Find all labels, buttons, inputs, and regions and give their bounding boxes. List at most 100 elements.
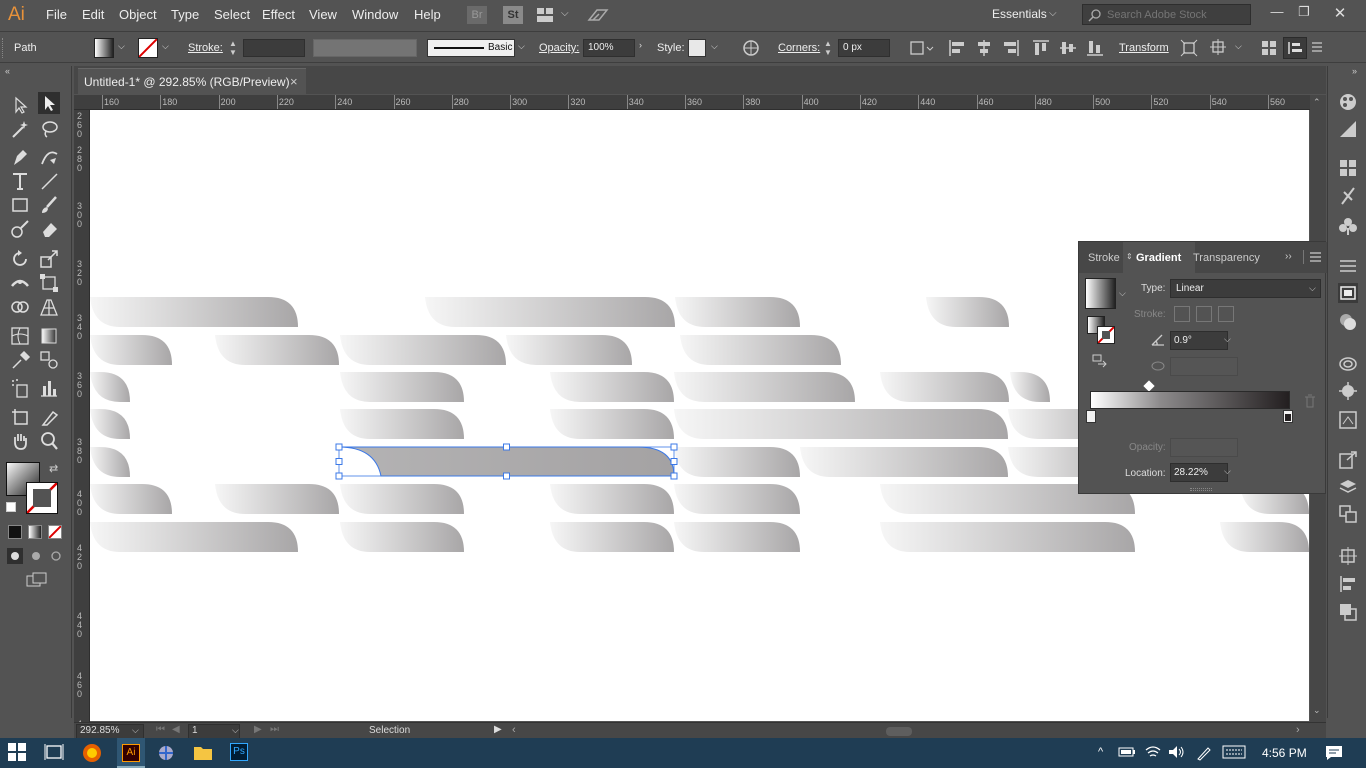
- tab-stroke[interactable]: Stroke: [1088, 252, 1120, 264]
- chevron-down-icon[interactable]: ⌵: [1049, 8, 1057, 19]
- menu-select[interactable]: Select: [214, 7, 250, 22]
- gradient-tile-shape[interactable]: [340, 409, 464, 439]
- stroke-color-box[interactable]: [26, 482, 58, 514]
- next-artboard-button[interactable]: ▶: [254, 724, 262, 735]
- fill-swatch[interactable]: [94, 38, 114, 58]
- bounding-box-handle[interactable]: [335, 458, 343, 465]
- tab-gradient[interactable]: Gradient: [1136, 252, 1181, 264]
- gradient-tile-shape[interactable]: [90, 335, 172, 365]
- horizontal-scroll-thumb[interactable]: [886, 727, 912, 736]
- reverse-gradient-icon[interactable]: [1092, 354, 1108, 370]
- color-guide-icon[interactable]: [1338, 119, 1358, 139]
- gradient-tile-shape[interactable]: [90, 409, 130, 439]
- tab-transparency[interactable]: Transparency: [1193, 252, 1260, 264]
- pen-tool-icon[interactable]: [9, 146, 31, 168]
- corners-label[interactable]: Corners:: [778, 42, 820, 54]
- shape-builder-tool-icon[interactable]: [9, 296, 31, 318]
- layers-panel-icon[interactable]: [1338, 477, 1358, 497]
- paintbrush-tool-icon[interactable]: [38, 194, 60, 216]
- volume-icon[interactable]: [1168, 745, 1188, 765]
- magic-wand-tool-icon[interactable]: [9, 118, 31, 140]
- gradient-tile-shape[interactable]: [674, 372, 855, 402]
- gradient-tile-shape[interactable]: [340, 522, 464, 552]
- stock-button[interactable]: St: [503, 6, 523, 24]
- selected-shape[interactable]: [338, 446, 675, 477]
- gradient-tile-shape[interactable]: [425, 297, 675, 327]
- chevron-down-icon[interactable]: ⌵: [118, 41, 128, 51]
- last-artboard-button[interactable]: ⏭: [270, 724, 279, 735]
- blend-tool-icon[interactable]: [38, 349, 60, 371]
- slice-tool-icon[interactable]: [38, 406, 60, 428]
- gradient-tile-shape[interactable]: [1220, 522, 1309, 552]
- direct-selection-tool-icon[interactable]: [38, 92, 60, 114]
- type-tool-icon[interactable]: [9, 170, 31, 192]
- selected-path[interactable]: [335, 443, 678, 480]
- chevron-down-icon[interactable]: ⌵: [711, 41, 721, 51]
- lasso-tool-icon[interactable]: [38, 118, 60, 140]
- image-trace-icon[interactable]: [1338, 410, 1358, 430]
- gradient-midpoint-slider[interactable]: [1143, 380, 1155, 392]
- brushes-panel-icon[interactable]: [1338, 186, 1358, 206]
- illustrator-taskbar-item[interactable]: Ai: [117, 738, 145, 768]
- location-field[interactable]: 28.22%: [1170, 463, 1228, 482]
- gradient-type-dropdown[interactable]: Linear: [1170, 279, 1321, 298]
- gradient-tile-shape[interactable]: [90, 484, 172, 514]
- gradient-panel-icon[interactable]: [1338, 283, 1358, 303]
- width-tool-icon[interactable]: [9, 272, 31, 294]
- chevron-down-icon[interactable]: ⌵: [1119, 288, 1126, 299]
- firefox-icon[interactable]: [82, 743, 102, 763]
- control-menu-icon[interactable]: [1311, 40, 1323, 54]
- corners-field[interactable]: 0 px: [838, 39, 890, 57]
- bounding-box-handle[interactable]: [503, 472, 510, 480]
- stroke-none-swatch[interactable]: [1097, 326, 1115, 344]
- expand-panels-icon[interactable]: »: [1352, 66, 1357, 76]
- gradient-tile-shape[interactable]: [90, 372, 130, 402]
- gradient-tile-shape[interactable]: [674, 484, 800, 514]
- file-explorer-icon[interactable]: [193, 743, 213, 763]
- draw-behind-icon[interactable]: [28, 548, 44, 564]
- angle-field[interactable]: 0.9°: [1170, 331, 1228, 350]
- bounding-box-handle[interactable]: [670, 443, 678, 451]
- document-tab[interactable]: Untitled-1* @ 292.85% (RGB/Preview) ×: [78, 68, 306, 94]
- bounding-box-handle[interactable]: [335, 443, 343, 451]
- stroke-label[interactable]: Stroke:: [188, 42, 223, 54]
- symbol-sprayer-tool-icon[interactable]: [9, 377, 31, 399]
- chevron-right-icon[interactable]: ›: [639, 40, 649, 50]
- artboards-panel-icon[interactable]: [1338, 504, 1358, 524]
- graphic-style-swatch[interactable]: [688, 39, 706, 57]
- shaper-tool-icon[interactable]: [9, 218, 31, 240]
- line-tool-icon[interactable]: [38, 170, 60, 192]
- draw-inside-icon[interactable]: [48, 548, 64, 564]
- stroke-weight-dropdown[interactable]: [243, 39, 305, 57]
- menu-help[interactable]: Help: [414, 7, 441, 22]
- swatches-panel-icon[interactable]: [1338, 158, 1358, 178]
- chevron-down-icon[interactable]: ⌵: [162, 41, 172, 51]
- hand-tool-icon[interactable]: [9, 430, 31, 452]
- vertical-ruler[interactable]: 2 6 0 2 8 0 3 0 0 3 2 0 3 4 0 3 6 0 3 8 0 4 0 0…: [74, 110, 90, 747]
- variable-width-profile[interactable]: [313, 39, 417, 57]
- menu-window[interactable]: Window: [352, 7, 398, 22]
- collapse-panel-icon[interactable]: ››: [1285, 251, 1292, 262]
- draw-normal-icon[interactable]: [7, 548, 23, 564]
- align-left-icon[interactable]: [948, 39, 966, 57]
- gradient-tile-shape[interactable]: [340, 484, 464, 514]
- status-menu-arrow-icon[interactable]: ▶: [494, 724, 502, 735]
- stroke-panel-icon[interactable]: [1338, 256, 1358, 276]
- gradient-tile-shape[interactable]: [550, 522, 674, 552]
- chevron-down-icon[interactable]: ⌵: [518, 41, 528, 51]
- align-middle-icon[interactable]: [1059, 39, 1077, 57]
- stroke-swatch[interactable]: [138, 38, 158, 58]
- transparency-panel-icon[interactable]: [1338, 312, 1358, 332]
- distribute-options-button[interactable]: [1283, 37, 1307, 59]
- horizontal-ruler[interactable]: 160 180 200 220 240 260 280 300 320 340 360 380 400 4…: [74, 95, 1310, 110]
- gradient-tile-shape[interactable]: [880, 372, 1009, 402]
- restore-button[interactable]: ❐: [1294, 4, 1314, 24]
- color-mode-button[interactable]: [8, 525, 22, 539]
- panel-resize-grip[interactable]: [1190, 488, 1212, 491]
- bounding-box-handle[interactable]: [670, 472, 678, 480]
- none-mode-button[interactable]: [48, 525, 62, 539]
- artboard-tool-icon[interactable]: [9, 406, 31, 428]
- gradient-tile-shape[interactable]: [215, 484, 339, 514]
- gradient-tile-shape[interactable]: [680, 335, 841, 365]
- arrange-documents-icon[interactable]: [537, 8, 555, 22]
